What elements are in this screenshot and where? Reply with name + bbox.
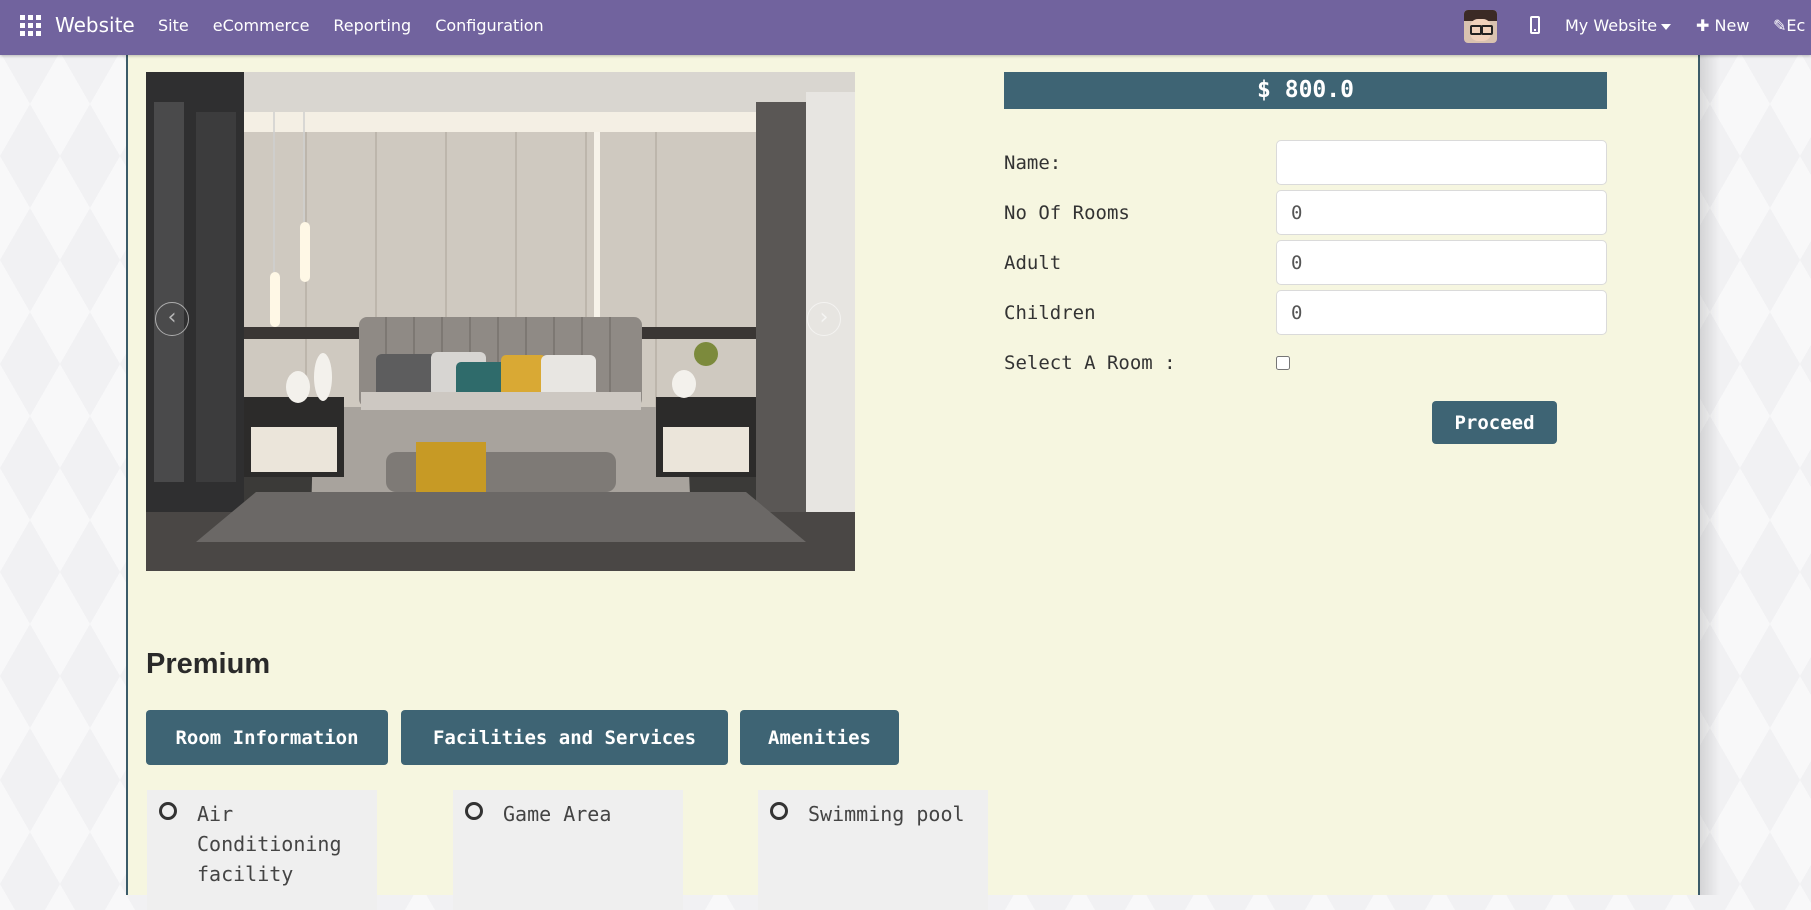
carousel-next-icon[interactable]: › (807, 302, 841, 336)
children-input[interactable] (1276, 290, 1607, 335)
select-room-label: Select A Room : (1004, 352, 1176, 374)
circle-bullet-icon (770, 802, 788, 820)
room-image-carousel[interactable]: ‹ › (146, 72, 855, 571)
circle-bullet-icon (159, 802, 177, 820)
menu-ecommerce[interactable]: eCommerce (213, 16, 310, 35)
facility-label: Swimming pool (808, 802, 965, 826)
new-label: New (1714, 16, 1750, 35)
facility-card: Swimming pool (758, 790, 988, 910)
user-avatar[interactable] (1464, 10, 1497, 43)
top-navbar: Website Site eCommerce Reporting Configu… (0, 0, 1811, 55)
adult-label: Adult (1004, 252, 1062, 274)
children-label: Children (1004, 302, 1096, 324)
website-selector-label: My Website (1565, 16, 1658, 35)
room-title: Premium (146, 648, 271, 680)
select-room-checkbox[interactable] (1276, 356, 1290, 370)
rooms-input[interactable] (1276, 190, 1607, 235)
new-button[interactable]: ✚ New (1696, 16, 1749, 35)
proceed-button[interactable]: Proceed (1432, 401, 1557, 444)
facility-card: Air Conditioning facility (147, 790, 377, 910)
page-shadow (1700, 55, 1720, 895)
name-label: Name: (1004, 152, 1062, 174)
main-menu: Site eCommerce Reporting Configuration (158, 16, 568, 35)
plus-icon: ✚ (1696, 16, 1710, 35)
facility-label: Game Area (503, 802, 612, 826)
edit-label: Ec (1786, 16, 1806, 35)
app-brand[interactable]: Website (55, 13, 135, 37)
menu-site[interactable]: Site (158, 16, 189, 35)
rooms-label: No Of Rooms (1004, 202, 1130, 224)
edit-button[interactable]: ✎Ec (1773, 16, 1805, 35)
caret-down-icon (1661, 23, 1672, 30)
bedroom-photo (146, 72, 855, 571)
website-selector[interactable]: My Website (1565, 16, 1672, 35)
tab-room-information[interactable]: Room Information (146, 710, 388, 765)
carousel-prev-icon[interactable]: ‹ (155, 302, 189, 336)
adult-input[interactable] (1276, 240, 1607, 285)
apps-menu-icon[interactable] (20, 15, 41, 36)
name-input[interactable] (1276, 140, 1607, 185)
menu-configuration[interactable]: Configuration (435, 16, 544, 35)
room-price: $ 800.0 (1004, 72, 1607, 109)
menu-reporting[interactable]: Reporting (333, 16, 411, 35)
pencil-icon: ✎ (1773, 16, 1787, 35)
facility-card: Game Area (453, 790, 683, 910)
circle-bullet-icon (465, 802, 483, 820)
tab-amenities[interactable]: Amenities (740, 710, 899, 765)
tab-facilities-services[interactable]: Facilities and Services (401, 710, 728, 765)
mobile-preview-icon[interactable] (1530, 16, 1540, 34)
facility-label: Air Conditioning facility (197, 802, 342, 886)
